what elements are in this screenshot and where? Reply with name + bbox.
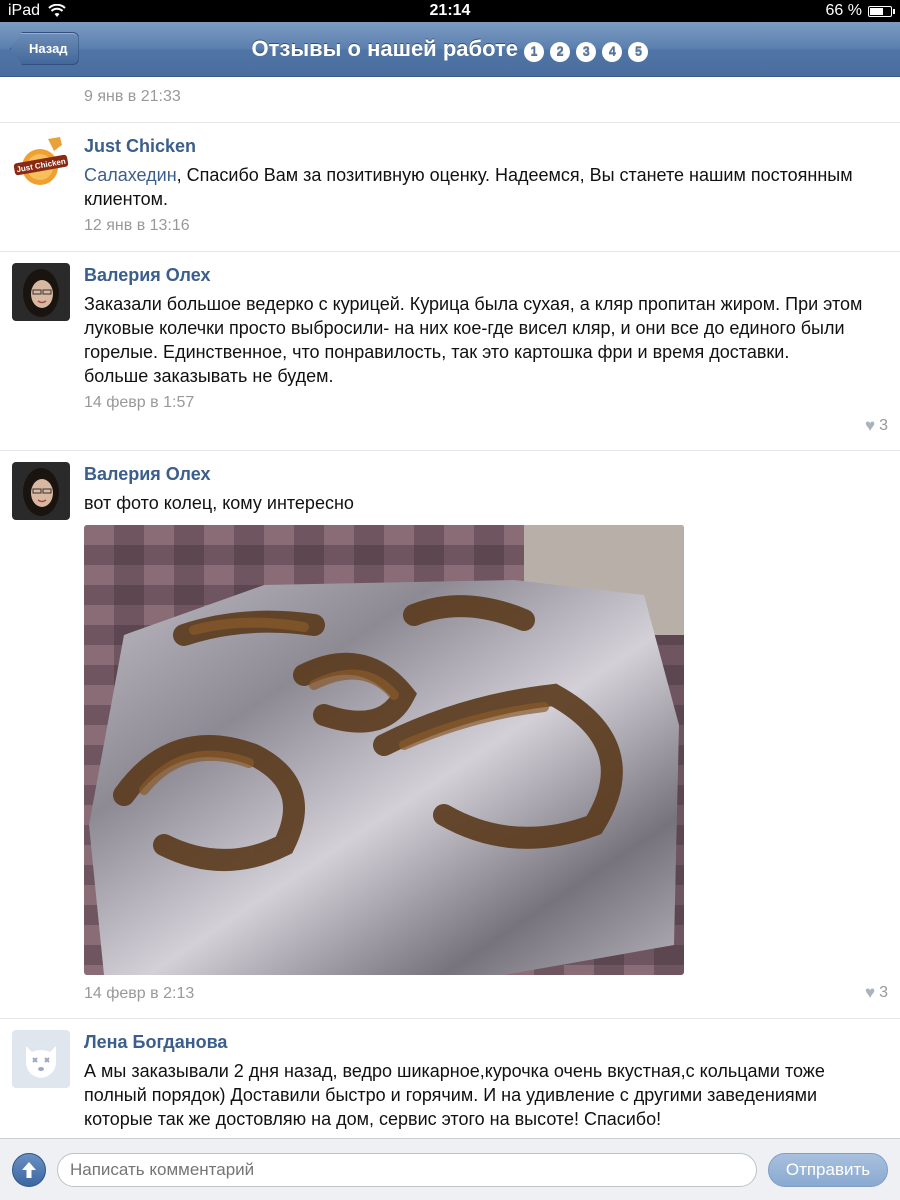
send-button[interactable]: Отправить	[768, 1152, 888, 1187]
page-4-button[interactable]: 4	[602, 41, 623, 62]
page-2-button[interactable]: 2	[550, 41, 571, 62]
clock: 21:14	[429, 2, 471, 19]
like-button[interactable]: ♥ 3	[865, 983, 888, 1003]
onion-rings-photo	[84, 525, 684, 975]
avatar[interactable]	[12, 462, 70, 520]
comment-body: Заказали большое ведерко с курицей. Кури…	[84, 294, 863, 386]
upload-arrow-icon	[22, 1161, 36, 1178]
comment-item: Валерия Олех вот фото колец, кому интере…	[0, 451, 900, 1019]
comment-item: Валерия Олех Заказали большое ведерко с …	[0, 252, 900, 451]
comment-author[interactable]: Валерия Олех	[84, 464, 880, 485]
user-photo	[12, 263, 70, 321]
avatar[interactable]: Just Chicken	[12, 133, 70, 191]
comment-author[interactable]: Лена Богданова	[84, 1032, 880, 1053]
comment-item: Лена Богданова А мы заказывали 2 дня наз…	[0, 1019, 900, 1138]
wifi-icon	[48, 4, 66, 17]
just-chicken-logo: Just Chicken	[12, 133, 70, 191]
page-title: Отзывы о нашей работе 1 2 3 4 5	[252, 36, 649, 62]
avatar[interactable]	[12, 263, 70, 321]
attached-photo[interactable]	[84, 525, 684, 975]
heart-icon: ♥	[865, 983, 876, 1002]
user-photo	[12, 462, 70, 520]
comment-text: Салахедин, Спасибо Вам за позитивную оце…	[84, 163, 880, 211]
attach-button[interactable]	[12, 1152, 46, 1187]
comments-feed[interactable]: 9 янв в 21:33 Just Chicken Just Chicken …	[0, 78, 900, 1138]
carrier-label: iPad	[8, 2, 41, 19]
comment-composer: Отправить	[0, 1138, 900, 1200]
comment-item: Just Chicken Just Chicken Салахедин, Спа…	[0, 123, 900, 252]
avatar[interactable]	[12, 1030, 70, 1088]
comment-author[interactable]: Just Chicken	[84, 136, 880, 157]
battery-icon	[868, 5, 895, 17]
page-5-button[interactable]: 5	[628, 41, 649, 62]
mention-link[interactable]: Салахедин	[84, 165, 177, 185]
like-count: 3	[879, 984, 888, 1001]
page-1-button[interactable]: 1	[523, 41, 544, 62]
default-avatar-icon	[12, 1030, 70, 1088]
comment-input[interactable]	[57, 1152, 757, 1187]
battery-percent: 66 %	[825, 2, 862, 19]
page-selector: 1 2 3 4 5	[523, 36, 649, 62]
like-count: 3	[879, 417, 888, 434]
comment-author[interactable]: Валерия Олех	[84, 265, 880, 286]
page-title-text: Отзывы о нашей работе	[251, 36, 518, 61]
comment-body: , Спасибо Вам за позитивную оценку. Наде…	[84, 165, 853, 209]
back-button[interactable]: Назад	[10, 32, 79, 65]
comment-date: 14 февр в 2:13	[84, 985, 195, 1002]
comment-item: 9 янв в 21:33	[0, 78, 900, 123]
heart-icon: ♥	[865, 416, 876, 435]
page-3-button[interactable]: 3	[576, 41, 597, 62]
comment-body: вот фото колец, кому интересно	[84, 493, 354, 513]
comment-date: 14 февр в 1:57	[84, 394, 195, 411]
comment-date: 12 янв в 13:16	[84, 217, 190, 234]
like-button[interactable]: ♥ 3	[865, 416, 888, 436]
comment-date: 9 янв в 21:33	[84, 88, 181, 105]
navigation-bar: Назад Отзывы о нашей работе 1 2 3 4 5	[0, 22, 900, 77]
comment-body: А мы заказывали 2 дня назад, ведро шикар…	[84, 1061, 825, 1129]
status-bar: iPad 21:14 66 %	[0, 0, 900, 22]
